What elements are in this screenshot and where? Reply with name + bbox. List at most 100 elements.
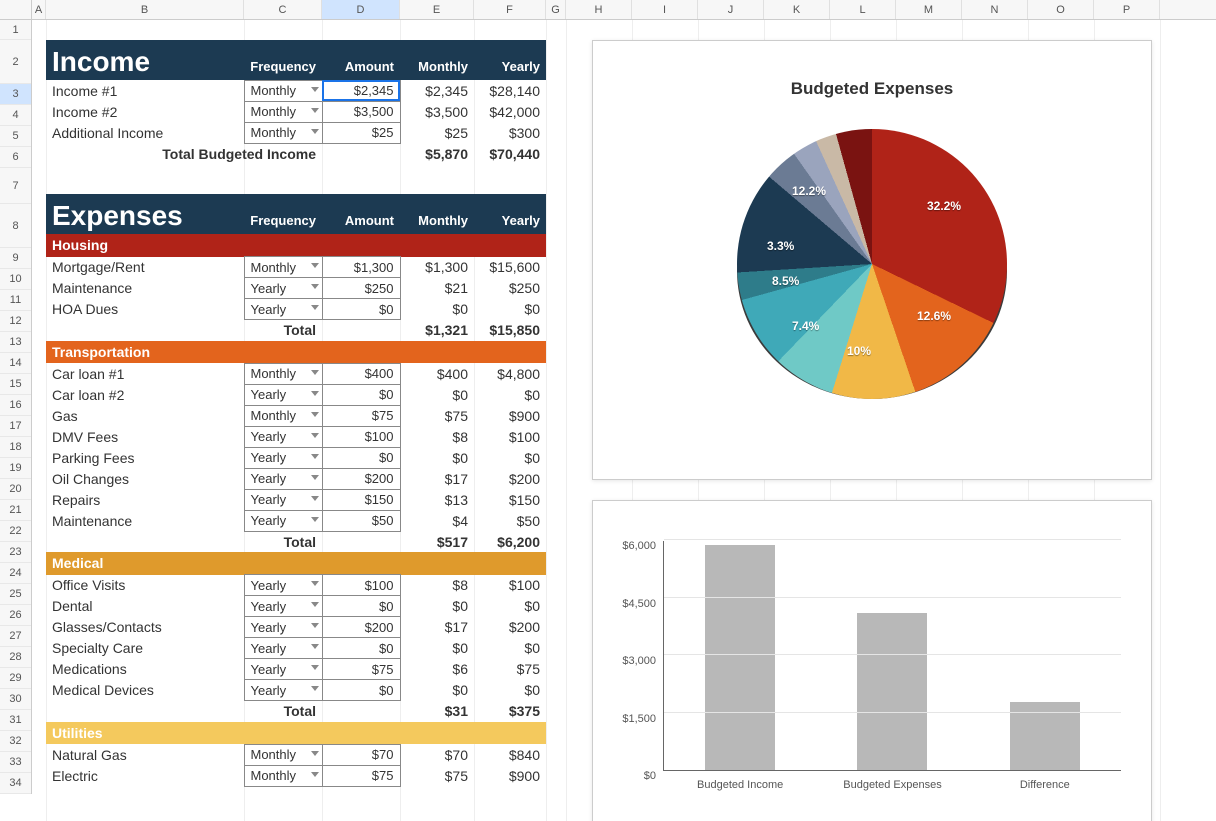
column-header[interactable]: M: [896, 0, 962, 19]
pie-chart-card[interactable]: Budgeted Expenses 32.2%12.6%10%7.4%8.5%3…: [592, 40, 1152, 480]
amount-cell[interactable]: $0: [322, 447, 400, 468]
amount-cell[interactable]: $2,345: [322, 80, 400, 101]
select-all-cell[interactable]: [0, 0, 32, 19]
frequency-dropdown[interactable]: Yearly: [244, 659, 322, 680]
row-number[interactable]: 9: [0, 248, 31, 269]
frequency-dropdown[interactable]: Yearly: [244, 596, 322, 617]
column-header[interactable]: I: [632, 0, 698, 19]
frequency-dropdown[interactable]: Yearly: [244, 510, 322, 531]
column-header[interactable]: O: [1028, 0, 1094, 19]
row-number[interactable]: 7: [0, 168, 31, 204]
frequency-dropdown[interactable]: Yearly: [244, 426, 322, 447]
amount-cell[interactable]: $0: [322, 596, 400, 617]
row-number[interactable]: 33: [0, 752, 31, 773]
frequency-dropdown[interactable]: Yearly: [244, 489, 322, 510]
column-header[interactable]: J: [698, 0, 764, 19]
frequency-dropdown[interactable]: Yearly: [244, 617, 322, 638]
amount-cell[interactable]: $0: [322, 638, 400, 659]
column-header[interactable]: K: [764, 0, 830, 19]
amount-cell[interactable]: $400: [322, 363, 400, 384]
amount-cell[interactable]: $50: [322, 510, 400, 531]
frequency-dropdown[interactable]: Yearly: [244, 680, 322, 701]
row-number[interactable]: 27: [0, 626, 31, 647]
amount-cell[interactable]: $70: [322, 744, 400, 765]
bar-chart-card[interactable]: Budgeted IncomeBudgeted ExpensesDifferen…: [592, 500, 1152, 821]
column-header[interactable]: P: [1094, 0, 1160, 19]
row-number[interactable]: 15: [0, 374, 31, 395]
frequency-dropdown[interactable]: Monthly: [244, 363, 322, 384]
row-number[interactable]: 4: [0, 105, 31, 126]
amount-cell[interactable]: $75: [322, 765, 400, 786]
row-number[interactable]: 21: [0, 500, 31, 521]
row-number[interactable]: 5: [0, 126, 31, 147]
row-number[interactable]: 11: [0, 290, 31, 311]
column-header[interactable]: C: [244, 0, 322, 19]
frequency-dropdown[interactable]: Yearly: [244, 278, 322, 299]
row-number[interactable]: 28: [0, 647, 31, 668]
frequency-dropdown[interactable]: Monthly: [244, 405, 322, 426]
frequency-dropdown[interactable]: Yearly: [244, 299, 322, 320]
amount-cell[interactable]: $200: [322, 468, 400, 489]
column-header[interactable]: G: [546, 0, 566, 19]
row-number[interactable]: 24: [0, 563, 31, 584]
column-header[interactable]: H: [566, 0, 632, 19]
frequency-dropdown[interactable]: Monthly: [244, 80, 322, 101]
frequency-dropdown[interactable]: Monthly: [244, 744, 322, 765]
column-header[interactable]: F: [474, 0, 546, 19]
amount-cell[interactable]: $250: [322, 278, 400, 299]
row-number[interactable]: 30: [0, 689, 31, 710]
column-header[interactable]: D: [322, 0, 400, 19]
row-number[interactable]: 23: [0, 542, 31, 563]
row-number[interactable]: 16: [0, 395, 31, 416]
frequency-dropdown[interactable]: Monthly: [244, 765, 322, 786]
amount-cell[interactable]: $25: [322, 122, 400, 143]
amount-cell[interactable]: $150: [322, 489, 400, 510]
row-number[interactable]: 8: [0, 204, 31, 248]
category-header: Utilities: [46, 722, 546, 745]
row-number[interactable]: 34: [0, 773, 31, 794]
row-number[interactable]: 22: [0, 521, 31, 542]
row-number[interactable]: 26: [0, 605, 31, 626]
amount-cell[interactable]: $75: [322, 405, 400, 426]
frequency-dropdown[interactable]: Yearly: [244, 638, 322, 659]
amount-cell[interactable]: $0: [322, 299, 400, 320]
row-number[interactable]: 29: [0, 668, 31, 689]
frequency-dropdown[interactable]: Yearly: [244, 468, 322, 489]
amount-cell[interactable]: $1,300: [322, 257, 400, 278]
row-number[interactable]: 20: [0, 479, 31, 500]
amount-cell[interactable]: $0: [322, 384, 400, 405]
column-header[interactable]: B: [46, 0, 244, 19]
frequency-dropdown[interactable]: Yearly: [244, 575, 322, 596]
row-number[interactable]: 1: [0, 20, 31, 40]
amount-cell[interactable]: $200: [322, 617, 400, 638]
column-header[interactable]: A: [32, 0, 46, 19]
amount-cell[interactable]: $75: [322, 659, 400, 680]
column-header[interactable]: L: [830, 0, 896, 19]
amount-cell[interactable]: $0: [322, 680, 400, 701]
frequency-dropdown[interactable]: Yearly: [244, 384, 322, 405]
frequency-dropdown[interactable]: Monthly: [244, 122, 322, 143]
row-number[interactable]: 6: [0, 147, 31, 168]
frequency-dropdown[interactable]: Yearly: [244, 447, 322, 468]
frequency-dropdown[interactable]: Monthly: [244, 257, 322, 278]
row-number[interactable]: 18: [0, 437, 31, 458]
row-number[interactable]: 13: [0, 332, 31, 353]
row-number[interactable]: 2: [0, 40, 31, 84]
row-number[interactable]: 3: [0, 84, 31, 105]
amount-cell[interactable]: $100: [322, 575, 400, 596]
row-number[interactable]: 17: [0, 416, 31, 437]
row-number[interactable]: 31: [0, 710, 31, 731]
row-number[interactable]: 32: [0, 731, 31, 752]
chevron-down-icon: [311, 263, 319, 268]
column-header[interactable]: N: [962, 0, 1028, 19]
amount-cell[interactable]: $3,500: [322, 101, 400, 122]
row-number[interactable]: 25: [0, 584, 31, 605]
row-number[interactable]: 12: [0, 311, 31, 332]
column-header[interactable]: E: [400, 0, 474, 19]
sheet-canvas[interactable]: Income Frequency Amount Monthly Yearly I…: [32, 20, 1216, 821]
row-number[interactable]: 14: [0, 353, 31, 374]
frequency-dropdown[interactable]: Monthly: [244, 101, 322, 122]
amount-cell[interactable]: $100: [322, 426, 400, 447]
row-number[interactable]: 19: [0, 458, 31, 479]
row-number[interactable]: 10: [0, 269, 31, 290]
